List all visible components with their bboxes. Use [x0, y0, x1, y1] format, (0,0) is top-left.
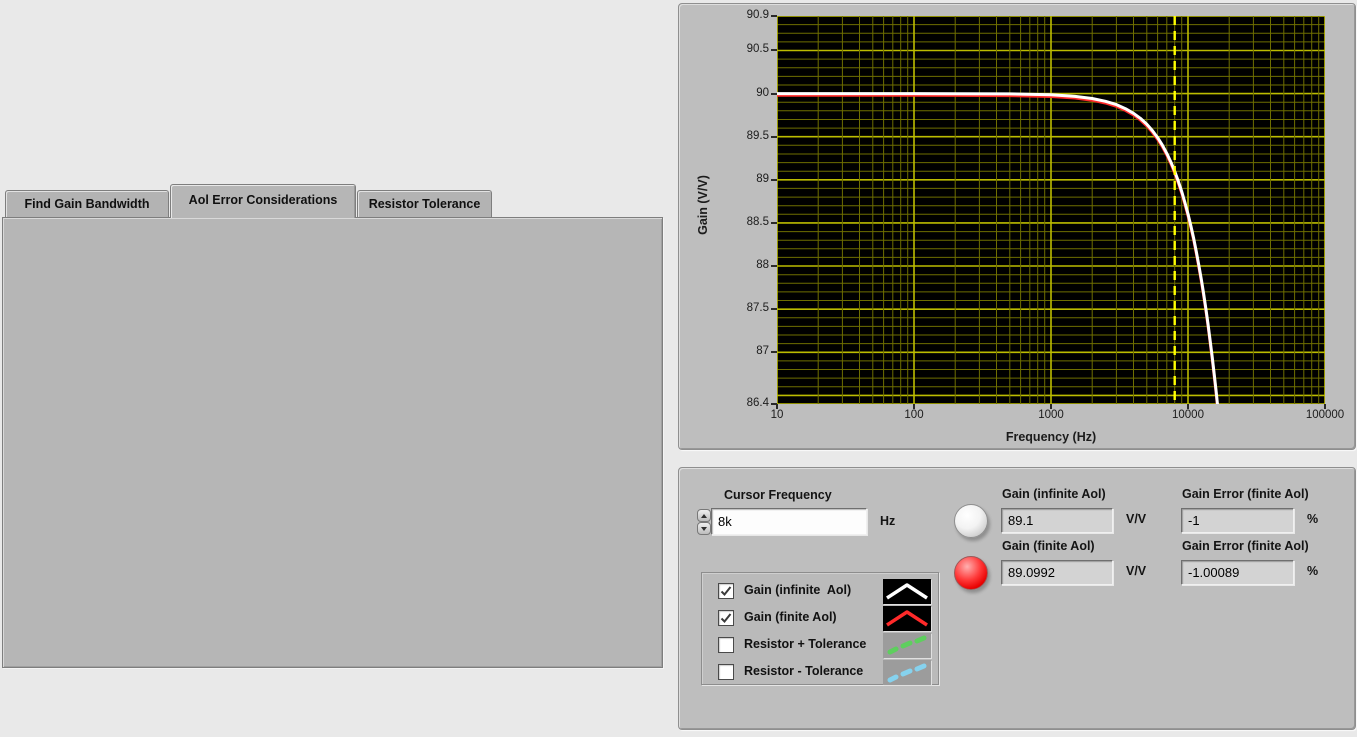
- gain-error-2-indicator: -1.00089: [1181, 560, 1294, 585]
- cursor-frequency-spinner-up[interactable]: [697, 509, 711, 522]
- gain-error-1-unit: %: [1307, 512, 1318, 526]
- x-tick-label: 10: [737, 409, 817, 421]
- legend-checkbox[interactable]: [718, 583, 734, 599]
- y-tick-label: 87.5: [719, 302, 769, 314]
- gain-infinite-unit: V/V: [1126, 512, 1146, 526]
- cursor-frequency-input[interactable]: 8k: [711, 508, 867, 535]
- legend-swatch-green-dashed: [883, 633, 931, 658]
- plot-area[interactable]: [777, 16, 1325, 404]
- x-axis-title: Frequency (Hz): [971, 430, 1131, 444]
- y-tick-mark: [771, 49, 777, 51]
- down-arrow-icon: [701, 527, 707, 531]
- y-tick-label: 88: [719, 259, 769, 271]
- legend-swatch-white-line: [883, 579, 931, 604]
- x-tick-label: 10000: [1148, 409, 1228, 421]
- y-tick-label: 90.5: [719, 43, 769, 55]
- cursor-frequency-spinner: [697, 509, 711, 536]
- y-tick-mark: [771, 93, 777, 95]
- x-tick-label: 100: [874, 409, 954, 421]
- x-tick-mark: [1050, 404, 1052, 409]
- gain-finite-indicator: 89.0992: [1001, 560, 1113, 585]
- gain-error-1-label: Gain Error (finite Aol): [1182, 486, 1309, 502]
- legend-row: Resistor - Tolerance: [702, 659, 938, 686]
- y-tick-label: 88.5: [719, 216, 769, 228]
- gain-infinite-indicator: 89.1: [1001, 508, 1113, 533]
- y-tick-label: 86.4: [719, 397, 769, 409]
- cursor-readout-panel: Cursor Frequency 8k Hz Gain (infinite Ao…: [678, 467, 1356, 730]
- y-tick-label: 90.9: [719, 9, 769, 21]
- legend-row: Resistor + Tolerance: [702, 632, 938, 659]
- legend-checkbox[interactable]: [718, 610, 734, 626]
- legend-row: Gain (finite Aol): [702, 605, 938, 632]
- x-tick-mark: [1187, 404, 1189, 409]
- plot-legend: Gain (infinite Aol) Gain (finite Aol) Resi…: [701, 572, 939, 685]
- gain-frequency-plot[interactable]: [777, 16, 1325, 404]
- y-tick-mark: [771, 15, 777, 17]
- curve-gain-finite-aol: [777, 95, 1220, 404]
- legend-checkbox[interactable]: [718, 664, 734, 680]
- y-tick-label: 87: [719, 345, 769, 357]
- y-tick-label: 89.5: [719, 130, 769, 142]
- y-tick-mark: [771, 265, 777, 267]
- y-axis-title: Gain (V/V): [696, 167, 710, 243]
- legend-swatch-blue-dashed: [883, 660, 931, 685]
- x-tick-mark: [913, 404, 915, 409]
- x-tick-mark: [776, 404, 778, 409]
- y-tick-mark: [771, 136, 777, 138]
- x-tick-label: 100000: [1285, 409, 1357, 421]
- tab-panel-body: [2, 217, 663, 668]
- cursor-frequency-spinner-down[interactable]: [697, 522, 711, 535]
- gain-infinite-label: Gain (infinite Aol): [1002, 486, 1106, 502]
- y-tick-mark: [771, 351, 777, 353]
- up-arrow-icon: [701, 514, 707, 518]
- x-tick-mark: [1324, 404, 1326, 409]
- y-tick-mark: [771, 179, 777, 181]
- graph-panel: Gain (V/V) Frequency (Hz) 90.9 90.5 90 89.5…: [678, 3, 1356, 450]
- cursor-frequency-unit: Hz: [880, 514, 895, 528]
- gain-error-2-label: Gain Error (finite Aol): [1182, 538, 1309, 554]
- legend-swatch-red-line: [883, 606, 931, 631]
- finite-aol-led: [954, 556, 988, 590]
- x-tick-label: 1000: [1011, 409, 1091, 421]
- infinite-aol-led: [954, 504, 988, 538]
- labview-front-panel: { "colors": { "page_bg": "#e9e9e9", "pan…: [0, 0, 1357, 737]
- legend-label: Resistor + Tolerance: [744, 637, 866, 651]
- y-tick-label: 89: [719, 173, 769, 185]
- cursor-frequency-label: Cursor Frequency: [724, 487, 832, 503]
- y-tick-mark: [771, 222, 777, 224]
- gain-finite-label: Gain (finite Aol): [1002, 538, 1095, 554]
- gain-finite-unit: V/V: [1126, 564, 1146, 578]
- tab-aol-error-considerations[interactable]: Aol Error Considerations: [170, 184, 356, 218]
- gain-error-2-unit: %: [1307, 564, 1318, 578]
- gain-error-1-indicator: -1: [1181, 508, 1294, 533]
- tab-resistor-tolerance[interactable]: Resistor Tolerance: [357, 190, 492, 218]
- legend-row: Gain (infinite Aol): [702, 578, 938, 605]
- legend-label: Gain (infinite Aol): [744, 583, 851, 597]
- y-tick-label: 90: [719, 87, 769, 99]
- legend-checkbox[interactable]: [718, 637, 734, 653]
- tab-find-gain-bandwidth[interactable]: Find Gain Bandwidth: [5, 190, 169, 218]
- legend-label: Resistor - Tolerance: [744, 664, 863, 678]
- checkmark-icon: [719, 611, 733, 625]
- y-tick-mark: [771, 308, 777, 310]
- checkmark-icon: [719, 584, 733, 598]
- legend-label: Gain (finite Aol): [744, 610, 837, 624]
